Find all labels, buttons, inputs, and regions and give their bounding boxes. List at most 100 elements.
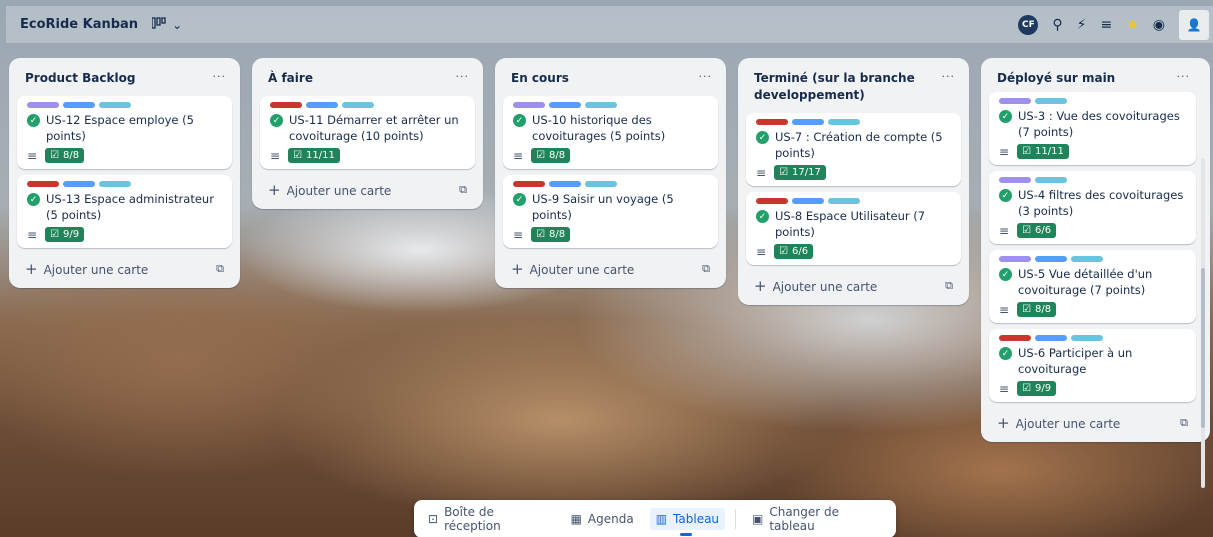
card-labels xyxy=(999,256,1188,262)
complete-check-icon[interactable]: ✓ xyxy=(270,114,283,127)
description-icon: ≡ xyxy=(513,148,524,163)
nav-switch-board[interactable]: ▣ Changer de tableau xyxy=(746,501,888,537)
complete-check-icon[interactable]: ✓ xyxy=(513,193,526,206)
add-card-label: Ajouter une carte xyxy=(286,184,392,198)
list-menu-icon[interactable]: ··· xyxy=(456,70,470,84)
card-title: US-6 Participer à un covoiturage xyxy=(1018,346,1133,376)
board-view-icon xyxy=(151,17,166,32)
bottom-nav: ⊡ Boîte de réception ▦ Agenda ▥ Tableau … xyxy=(414,500,896,537)
list-title[interactable]: Déployé sur main xyxy=(997,70,1115,87)
card[interactable]: ✓ US-12 Espace employe (5 points) ≡ ☑ 8/8 xyxy=(17,96,232,169)
avatar[interactable]: CF xyxy=(1018,14,1039,35)
checklist-badge: ☑ 17/17 xyxy=(774,165,826,180)
nav-inbox[interactable]: ⊡ Boîte de réception xyxy=(422,501,555,537)
nav-switch-label: Changer de tableau xyxy=(769,505,840,533)
card-labels xyxy=(27,181,224,187)
complete-check-icon[interactable]: ✓ xyxy=(999,268,1012,281)
card[interactable]: ✓ US-5 Vue détaillée d'un covoiturage (7 … xyxy=(989,250,1196,323)
card[interactable]: ✓ US-7 : Création de compte (5 points) ≡ ☑… xyxy=(746,113,961,186)
card[interactable]: ✓ US-9 Saisir un voyage (5 points) ≡ ☑ 8/8 xyxy=(503,175,718,248)
add-card-button[interactable]: + Ajouter une carte ⧉ xyxy=(744,271,963,297)
pin-icon[interactable]: ⚲ xyxy=(1052,18,1062,32)
card[interactable]: ✓ US-11 Démarrer et arrêter un covoiturag… xyxy=(260,96,475,169)
list-a-faire: À faire ··· ✓ US-11 Démarrer et arrêter u… xyxy=(252,58,483,209)
add-card-label: Ajouter une carte xyxy=(1015,417,1121,431)
card[interactable]: ✓ US-10 historique des covoiturages (5 po… xyxy=(503,96,718,169)
plus-icon: + xyxy=(754,277,767,295)
star-icon[interactable]: ★ xyxy=(1126,18,1139,32)
description-icon: ≡ xyxy=(999,144,1010,159)
description-icon: ≡ xyxy=(999,302,1010,317)
view-switcher[interactable]: ⌄ xyxy=(148,13,186,37)
card[interactable]: ✓ US-4 filtres des covoiturages (3 points… xyxy=(989,171,1196,244)
add-card-button[interactable]: + Ajouter une carte ⧉ xyxy=(987,408,1198,434)
card-labels xyxy=(270,102,467,108)
card-title: US-3 : Vue des covoiturages (7 points) xyxy=(1018,109,1180,139)
card[interactable]: ✓ US-13 Espace administrateur (5 points) … xyxy=(17,175,232,248)
template-icon[interactable]: ⧉ xyxy=(459,183,467,197)
list-menu-icon[interactable]: ··· xyxy=(699,70,713,84)
list-menu-icon[interactable]: ··· xyxy=(942,70,956,84)
template-icon[interactable]: ⧉ xyxy=(1180,416,1188,430)
card-title: US-13 Espace administrateur (5 points) xyxy=(46,192,214,222)
complete-check-icon[interactable]: ✓ xyxy=(999,110,1012,123)
nav-inbox-label: Boîte de réception xyxy=(444,505,501,533)
card-title: US-4 filtres des covoiturages (3 points) xyxy=(1018,188,1184,218)
checklist-badge: ☑ 6/6 xyxy=(774,244,814,259)
card-title: US-7 : Création de compte (5 points) xyxy=(775,130,943,160)
template-icon[interactable]: ⧉ xyxy=(216,262,224,276)
card-labels xyxy=(999,98,1188,104)
list-scrollbar[interactable] xyxy=(1201,158,1205,488)
inbox-icon: ⊡ xyxy=(428,512,439,526)
complete-check-icon[interactable]: ✓ xyxy=(756,131,769,144)
divider xyxy=(735,509,736,529)
list-title[interactable]: À faire xyxy=(268,70,313,87)
template-icon[interactable]: ⧉ xyxy=(702,262,710,276)
list-deploye-sur-main: Déployé sur main ··· ✓ US-3 : Vue des cov… xyxy=(981,58,1210,488)
board-title[interactable]: EcoRide Kanban xyxy=(20,17,138,32)
checklist-badge: ☑ 11/11 xyxy=(288,148,340,163)
nav-agenda-label: Agenda xyxy=(587,512,634,526)
card[interactable]: ✓ US-3 : Vue des covoiturages (7 points) … xyxy=(989,92,1196,165)
list-title[interactable]: Product Backlog xyxy=(25,70,135,87)
calendar-icon: ▦ xyxy=(570,512,582,526)
add-card-label: Ajouter une carte xyxy=(772,280,878,294)
description-icon: ≡ xyxy=(999,223,1010,238)
card-labels xyxy=(999,177,1188,183)
card-labels xyxy=(999,335,1188,341)
complete-check-icon[interactable]: ✓ xyxy=(27,193,40,206)
nav-agenda[interactable]: ▦ Agenda xyxy=(565,508,640,530)
share-icon[interactable]: 👤 xyxy=(1179,9,1209,40)
header-actions: CF ⚲ ⚡ ≡ ★ ◉ 👤 xyxy=(1018,6,1213,43)
card-title: US-12 Espace employe (5 points) xyxy=(46,113,194,143)
checklist-badge: ☑ 8/8 xyxy=(45,148,85,163)
checklist-badge: ☑ 8/8 xyxy=(531,227,571,242)
description-icon: ≡ xyxy=(513,227,524,242)
visibility-icon[interactable]: ◉ xyxy=(1153,18,1165,32)
add-card-button[interactable]: + Ajouter une carte ⧉ xyxy=(258,175,477,201)
checklist-badge: ☑ 8/8 xyxy=(1017,302,1057,317)
complete-check-icon[interactable]: ✓ xyxy=(756,210,769,223)
complete-check-icon[interactable]: ✓ xyxy=(27,114,40,127)
template-icon[interactable]: ⧉ xyxy=(945,279,953,293)
list-title[interactable]: Terminé (sur la branche developpement) xyxy=(754,70,942,104)
list-title[interactable]: En cours xyxy=(511,70,569,87)
complete-check-icon[interactable]: ✓ xyxy=(513,114,526,127)
plus-icon: + xyxy=(511,260,524,278)
list-en-cours: En cours ··· ✓ US-10 historique des covoi… xyxy=(495,58,726,288)
add-card-button[interactable]: + Ajouter une carte ⧉ xyxy=(15,254,234,280)
card[interactable]: ✓ US-6 Participer à un covoiturage ≡ ☑ 9/9 xyxy=(989,329,1196,402)
card-title: US-10 historique des covoiturages (5 poi… xyxy=(532,113,666,143)
description-icon: ≡ xyxy=(756,244,767,259)
nav-board[interactable]: ▥ Tableau xyxy=(649,508,726,536)
power-up-icon[interactable]: ⚡ xyxy=(1077,18,1087,32)
add-card-button[interactable]: + Ajouter une carte ⧉ xyxy=(501,254,720,280)
nav-board-label: Tableau xyxy=(673,512,720,526)
filter-icon[interactable]: ≡ xyxy=(1100,18,1112,32)
complete-check-icon[interactable]: ✓ xyxy=(999,347,1012,360)
card[interactable]: ✓ US-8 Espace Utilisateur (7 points) ≡ ☑ 6… xyxy=(746,192,961,265)
description-icon: ≡ xyxy=(27,227,38,242)
complete-check-icon[interactable]: ✓ xyxy=(999,189,1012,202)
list-menu-icon[interactable]: ··· xyxy=(1177,70,1191,84)
list-menu-icon[interactable]: ··· xyxy=(213,70,227,84)
